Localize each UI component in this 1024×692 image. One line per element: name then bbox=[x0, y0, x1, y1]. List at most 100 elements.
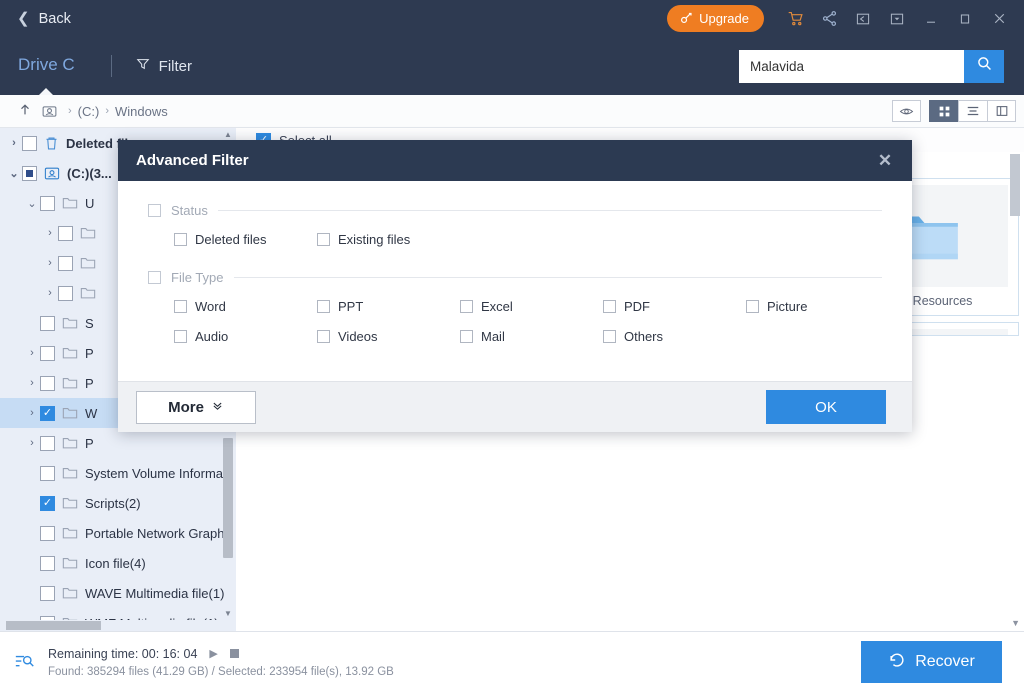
tree-item[interactable]: Icon file(4) bbox=[0, 548, 236, 578]
folder-icon bbox=[80, 226, 96, 240]
filetype-option[interactable]: Picture bbox=[720, 291, 863, 321]
tree-item-checkbox[interactable] bbox=[22, 165, 37, 181]
twisty-collapsed[interactable]: › bbox=[42, 287, 58, 299]
filetype-section-checkbox[interactable] bbox=[148, 271, 161, 284]
tree-item-checkbox[interactable] bbox=[40, 525, 55, 541]
maximize-icon[interactable] bbox=[948, 2, 982, 36]
navigate-up-button[interactable] bbox=[12, 103, 38, 120]
status-option[interactable]: Existing files bbox=[291, 224, 434, 254]
filetype-option[interactable]: PDF bbox=[577, 291, 720, 321]
tree-item[interactable]: Portable Network Graph bbox=[0, 518, 236, 548]
tree-scroll-down-arrow[interactable]: ▼ bbox=[223, 607, 233, 619]
twisty-collapsed[interactable]: › bbox=[24, 377, 40, 389]
status-option[interactable]: Deleted files bbox=[148, 224, 291, 254]
preview-toggle-button[interactable] bbox=[892, 100, 921, 122]
share-icon[interactable] bbox=[812, 2, 846, 36]
tree-item-checkbox[interactable] bbox=[22, 135, 37, 151]
tree-item[interactable]: › P bbox=[0, 428, 236, 458]
option-checkbox[interactable] bbox=[317, 232, 330, 246]
tree-item-checkbox[interactable] bbox=[40, 585, 55, 601]
upgrade-button[interactable]: Upgrade bbox=[667, 5, 764, 32]
tree-scroll-thumb[interactable] bbox=[223, 438, 233, 558]
tree-item-checkbox[interactable] bbox=[40, 435, 55, 451]
tree-item-label: P bbox=[85, 345, 94, 361]
breadcrumb-drive-icon[interactable] bbox=[41, 103, 58, 120]
tree-item-checkbox[interactable] bbox=[40, 195, 55, 211]
minimize-icon[interactable] bbox=[914, 2, 948, 36]
option-checkbox[interactable] bbox=[174, 299, 187, 313]
feedback-icon[interactable] bbox=[846, 2, 880, 36]
option-checkbox[interactable] bbox=[603, 329, 616, 343]
twisty-collapsed[interactable]: › bbox=[24, 347, 40, 359]
grid-view-icon[interactable] bbox=[929, 100, 958, 122]
option-checkbox[interactable] bbox=[746, 299, 759, 313]
search-input[interactable] bbox=[739, 49, 964, 83]
grid-scroll-down-arrow[interactable]: ▼ bbox=[1011, 618, 1020, 628]
close-icon[interactable] bbox=[982, 2, 1016, 36]
tree-item-checkbox[interactable] bbox=[40, 375, 55, 391]
tree-item-checkbox[interactable] bbox=[58, 285, 73, 301]
play-icon[interactable]: ▶ bbox=[209, 647, 217, 660]
tree-item-checkbox[interactable] bbox=[58, 225, 73, 241]
list-view-icon[interactable] bbox=[958, 100, 987, 122]
back-button[interactable]: ❮ Back bbox=[17, 11, 71, 27]
tree-item-checkbox[interactable] bbox=[40, 315, 55, 331]
tree-item-checkbox[interactable] bbox=[40, 495, 55, 511]
option-checkbox[interactable] bbox=[460, 299, 473, 313]
advanced-filter-dialog: Advanced Filter ✕ Status Deleted files Ex… bbox=[118, 140, 912, 432]
more-button[interactable]: More bbox=[136, 390, 256, 424]
twisty-collapsed[interactable]: › bbox=[42, 257, 58, 269]
filetype-option[interactable]: Mail bbox=[434, 321, 577, 351]
twisty-collapsed[interactable]: › bbox=[42, 227, 58, 239]
tree-hscroll-thumb[interactable] bbox=[6, 621, 101, 630]
tree-item[interactable]: Scripts(2) bbox=[0, 488, 236, 518]
filetype-section-label: File Type bbox=[171, 270, 224, 285]
ok-button[interactable]: OK bbox=[766, 390, 886, 424]
menu-icon[interactable] bbox=[880, 2, 914, 36]
filetype-option[interactable]: Audio bbox=[148, 321, 291, 351]
tree-horizontal-scrollbar[interactable] bbox=[0, 620, 236, 631]
status-section-checkbox[interactable] bbox=[148, 204, 161, 217]
tree-item-checkbox[interactable] bbox=[40, 465, 55, 481]
tree-item-checkbox[interactable] bbox=[58, 255, 73, 271]
dialog-body: Status Deleted files Existing files File … bbox=[118, 181, 912, 391]
filetype-option[interactable]: Others bbox=[577, 321, 720, 351]
stop-icon[interactable] bbox=[229, 649, 239, 658]
tree-item-label: WAVE Multimedia file(1) bbox=[85, 585, 225, 601]
filetype-option[interactable]: Videos bbox=[291, 321, 434, 351]
twisty-collapsed[interactable]: › bbox=[24, 407, 40, 419]
option-checkbox[interactable] bbox=[603, 299, 616, 313]
cart-icon[interactable] bbox=[778, 2, 812, 36]
recover-button[interactable]: Recover bbox=[861, 641, 1002, 683]
twisty-collapsed[interactable]: › bbox=[24, 437, 40, 449]
option-checkbox[interactable] bbox=[460, 329, 473, 343]
option-checkbox[interactable] bbox=[317, 329, 330, 343]
tree-item-label: Scripts(2) bbox=[85, 495, 141, 511]
titlebar-actions: Upgrade bbox=[667, 2, 1024, 36]
dialog-close-icon[interactable]: ✕ bbox=[872, 148, 898, 174]
tree-item-checkbox[interactable] bbox=[40, 345, 55, 361]
filter-button[interactable]: Filter bbox=[136, 57, 192, 75]
grid-vertical-scrollbar[interactable] bbox=[1010, 154, 1020, 615]
grid-scroll-thumb[interactable] bbox=[1010, 154, 1020, 216]
tree-item-checkbox[interactable] bbox=[40, 405, 55, 421]
option-checkbox[interactable] bbox=[174, 232, 187, 246]
folder-icon bbox=[62, 346, 78, 360]
tree-item[interactable]: System Volume Informat bbox=[0, 458, 236, 488]
twisty-expanded[interactable]: ⌄ bbox=[24, 197, 40, 210]
tree-item[interactable]: WAVE Multimedia file(1) bbox=[0, 578, 236, 608]
filetype-option[interactable]: PPT bbox=[291, 291, 434, 321]
twisty-expanded[interactable]: ⌄ bbox=[6, 167, 22, 180]
option-checkbox[interactable] bbox=[174, 329, 187, 343]
breadcrumb-drive[interactable]: (C:) bbox=[78, 104, 100, 119]
filetype-option[interactable]: Excel bbox=[434, 291, 577, 321]
twisty-collapsed[interactable]: › bbox=[6, 137, 22, 149]
tree-item-checkbox[interactable] bbox=[40, 555, 55, 571]
option-checkbox[interactable] bbox=[317, 299, 330, 313]
breadcrumb-folder[interactable]: Windows bbox=[115, 104, 168, 119]
filetype-option[interactable]: Word bbox=[148, 291, 291, 321]
option-label: Videos bbox=[338, 328, 378, 344]
tab-drive-c[interactable]: Drive C bbox=[18, 55, 75, 77]
detail-view-icon[interactable] bbox=[987, 100, 1016, 122]
search-button[interactable] bbox=[964, 49, 1004, 83]
